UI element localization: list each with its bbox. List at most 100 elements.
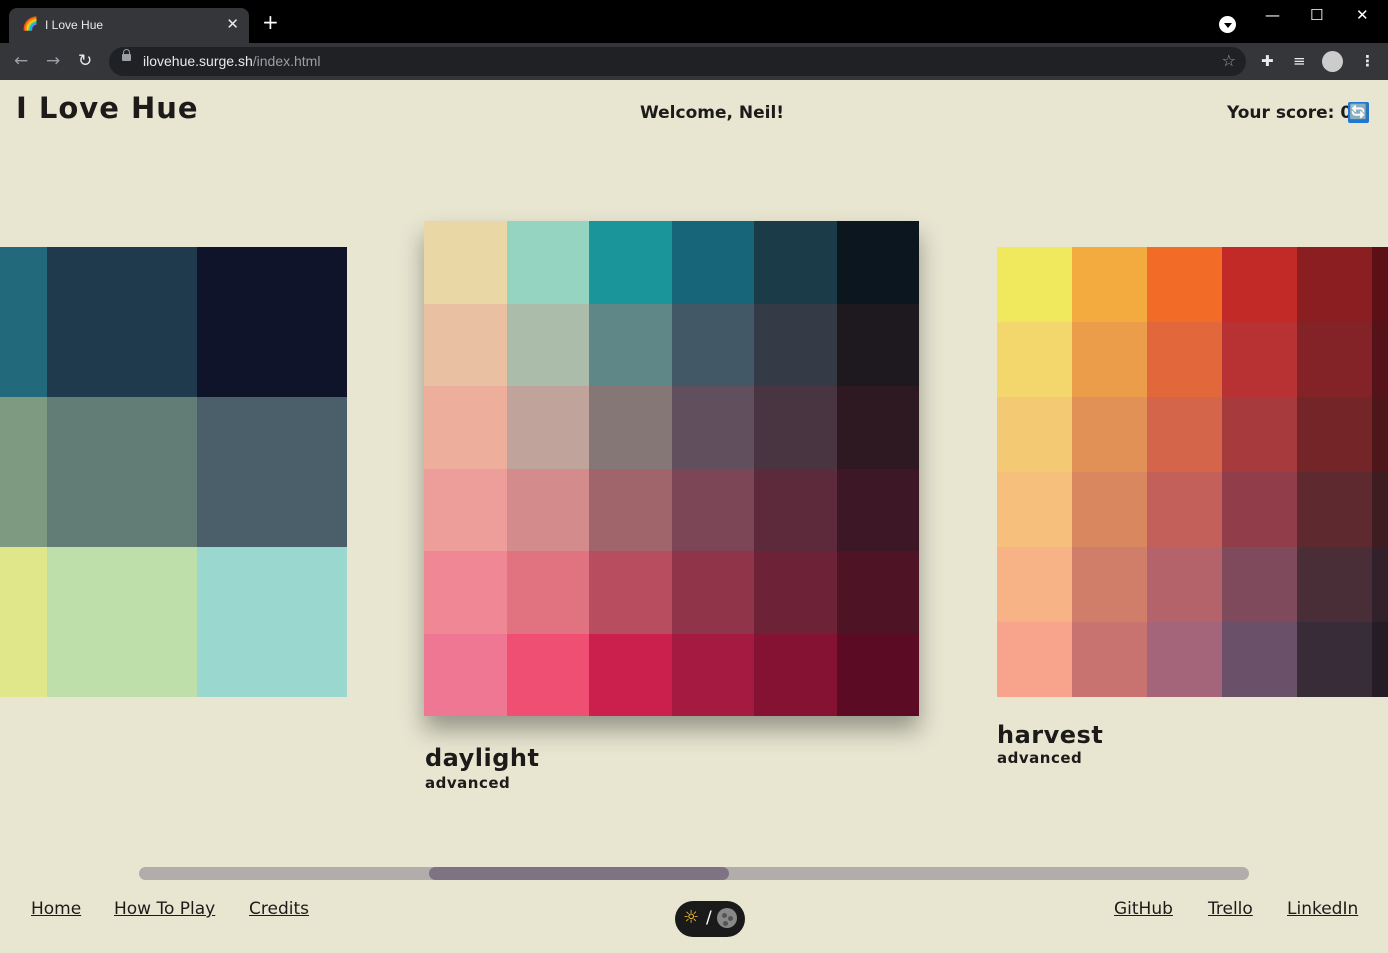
color-swatch: [1147, 472, 1222, 547]
color-swatch: [589, 386, 672, 469]
color-swatch: [506, 468, 589, 551]
color-swatch: [997, 472, 1072, 547]
color-swatch: [506, 303, 589, 386]
sun-icon: ☼: [683, 907, 700, 928]
color-swatch: [1297, 547, 1372, 622]
footer-link-how-to-play[interactable]: How To Play: [114, 899, 215, 919]
new-tab-icon[interactable]: +: [262, 12, 279, 32]
profile-avatar[interactable]: [1322, 51, 1343, 72]
color-swatch: [1072, 247, 1147, 322]
color-swatch: [1147, 397, 1222, 472]
footer-link-linkedin[interactable]: LinkedIn: [1287, 899, 1358, 919]
color-swatch: [671, 468, 754, 551]
tab-title: I Love Hue: [45, 18, 104, 32]
color-swatch: [754, 633, 837, 716]
color-swatch: [671, 303, 754, 386]
color-swatch: [671, 551, 754, 634]
color-swatch: [1297, 322, 1372, 397]
color-swatch: [671, 221, 754, 304]
color-swatch: [424, 221, 507, 304]
color-swatch: [754, 468, 837, 551]
theme-toggle[interactable]: ☼ /: [675, 901, 745, 937]
color-swatch: [836, 468, 919, 551]
color-swatch: [0, 547, 47, 697]
color-swatch: [1072, 472, 1147, 547]
forward-icon[interactable]: →: [46, 51, 60, 71]
tab-search-icon[interactable]: [1219, 16, 1236, 33]
carousel-scroll-thumb[interactable]: [429, 867, 729, 880]
color-swatch: [197, 397, 347, 547]
extensions-icon[interactable]: ✚: [1261, 52, 1274, 70]
color-swatch: [1072, 622, 1147, 697]
color-swatch: [836, 551, 919, 634]
browser-tab[interactable]: 🌈 I Love Hue ✕: [9, 8, 249, 43]
welcome-message: Welcome, Neil!: [640, 103, 785, 123]
score-display: Your score: 0: [1227, 103, 1353, 123]
color-swatch: [1222, 547, 1297, 622]
color-swatch: [506, 221, 589, 304]
color-swatch: [671, 633, 754, 716]
footer-link-home[interactable]: Home: [31, 899, 81, 919]
color-swatch: [1147, 622, 1222, 697]
bookmark-star-icon[interactable]: ☆: [1222, 51, 1236, 70]
color-swatch: [1147, 322, 1222, 397]
palette-level-harvest: advanced: [997, 749, 1083, 767]
color-swatch: [589, 221, 672, 304]
color-swatch: [1372, 322, 1388, 397]
color-swatch: [47, 547, 197, 697]
color-swatch: [1072, 397, 1147, 472]
color-swatch: [997, 247, 1072, 322]
toggle-separator: /: [706, 908, 712, 928]
color-swatch: [1372, 622, 1388, 697]
back-icon[interactable]: ←: [14, 51, 28, 71]
color-swatch: [1072, 547, 1147, 622]
url-text: ilovehue.surge.sh/index.html: [143, 53, 320, 69]
color-swatch: [1222, 472, 1297, 547]
media-control-icon[interactable]: ≡: [1293, 52, 1306, 70]
tab-close-icon[interactable]: ✕: [226, 15, 239, 33]
color-swatch: [997, 622, 1072, 697]
footer-link-credits[interactable]: Credits: [249, 899, 309, 919]
carousel-scrollbar[interactable]: [139, 867, 1249, 880]
color-swatch: [1297, 622, 1372, 697]
color-swatch: [1372, 247, 1388, 322]
color-swatch: [836, 386, 919, 469]
color-swatch: [506, 633, 589, 716]
palette-left[interactable]: [0, 247, 347, 697]
color-swatch: [1222, 397, 1297, 472]
window-close-icon[interactable]: ✕: [1356, 6, 1369, 24]
moon-icon: [717, 908, 737, 928]
color-swatch: [1297, 397, 1372, 472]
palette-harvest[interactable]: [997, 247, 1388, 697]
palette-daylight[interactable]: [424, 221, 919, 716]
color-swatch: [589, 551, 672, 634]
url-host: ilovehue.surge.sh: [143, 53, 253, 69]
app-logo[interactable]: I Love Hue: [16, 91, 199, 125]
color-swatch: [1222, 622, 1297, 697]
browser-toolbar: ← → ↻ ilovehue.surge.sh/index.html ☆ ✚ ≡…: [0, 43, 1388, 80]
color-swatch: [1372, 547, 1388, 622]
url-path: /index.html: [252, 53, 321, 69]
minimize-icon[interactable]: —: [1265, 6, 1280, 24]
app-page: I Love Hue Welcome, Neil! Your score: 0 …: [0, 80, 1388, 953]
color-swatch: [0, 397, 47, 547]
color-swatch: [1297, 472, 1372, 547]
color-swatch: [1147, 247, 1222, 322]
footer-link-github[interactable]: GitHub: [1114, 899, 1173, 919]
maximize-icon[interactable]: ☐: [1310, 6, 1323, 24]
rainbow-icon: 🌈: [22, 17, 39, 32]
address-bar[interactable]: ilovehue.surge.sh/index.html ☆: [109, 47, 1246, 76]
color-swatch: [589, 633, 672, 716]
footer-link-trello[interactable]: Trello: [1208, 899, 1253, 919]
color-swatch: [836, 221, 919, 304]
reload-icon[interactable]: ↻: [78, 51, 92, 71]
color-swatch: [1147, 547, 1222, 622]
color-swatch: [1372, 472, 1388, 547]
refresh-score-icon[interactable]: 🔄: [1348, 102, 1369, 123]
color-swatch: [47, 247, 197, 397]
color-swatch: [754, 551, 837, 634]
color-swatch: [424, 468, 507, 551]
browser-menu-icon[interactable]: ⋮: [1360, 52, 1375, 70]
color-swatch: [424, 303, 507, 386]
color-swatch: [506, 551, 589, 634]
